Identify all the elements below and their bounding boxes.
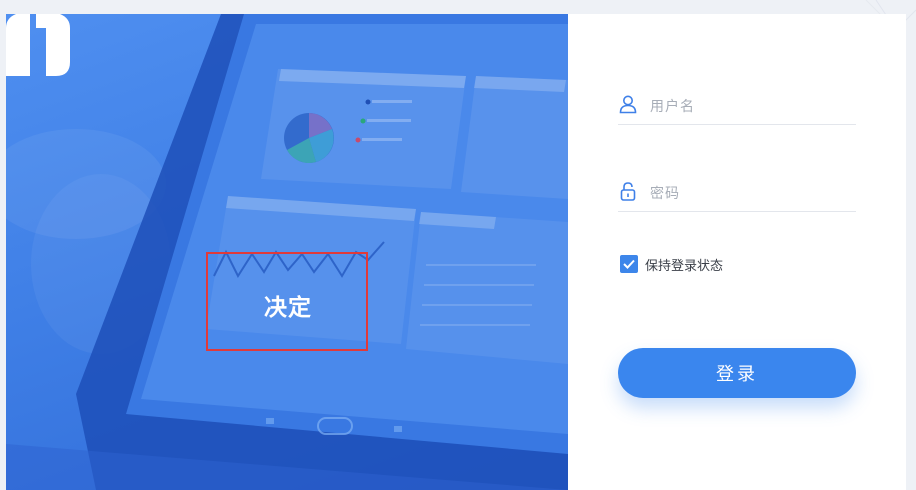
highlight-box: [206, 252, 368, 351]
lock-icon: [620, 182, 636, 201]
password-placeholder: 密码: [650, 186, 680, 202]
check-icon: [623, 259, 635, 269]
remember-checkbox[interactable]: [620, 255, 638, 273]
username-placeholder: 用户名: [650, 99, 695, 115]
password-field[interactable]: 密码: [618, 173, 856, 212]
user-icon: [619, 95, 637, 114]
login-button[interactable]: 登录: [618, 348, 856, 398]
hero-panel: 决定: [6, 14, 568, 490]
login-form: 用户名 密码 保持登录状态 登录: [618, 14, 858, 490]
username-field[interactable]: 用户名: [618, 86, 856, 125]
remember-label: 保持登录状态: [645, 259, 724, 274]
login-card: 决定 用户名 密码 保持登录状态 登录: [6, 14, 906, 490]
f-logo-icon: [6, 14, 70, 76]
